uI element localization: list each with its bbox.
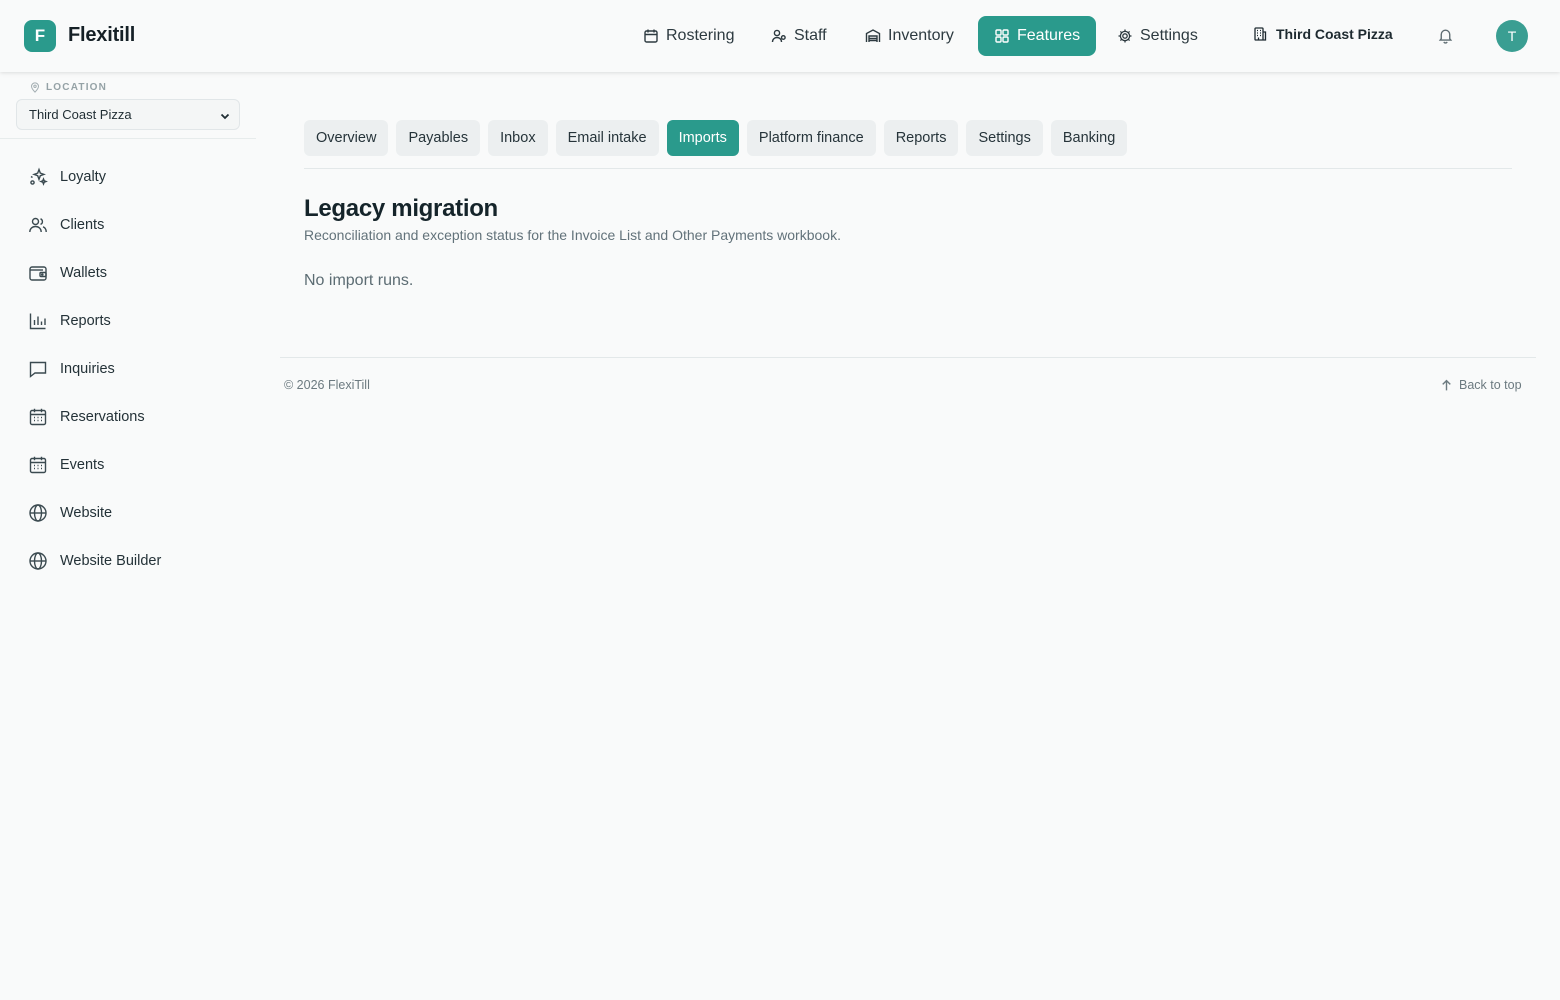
sidebar-item-label: Reports: [60, 313, 111, 329]
tabs-divider: [304, 168, 1512, 169]
warehouse-icon: [865, 28, 881, 44]
sidebar-item-label: Events: [60, 457, 105, 473]
location-select-value: Third Coast Pizza: [29, 107, 132, 122]
sidebar-item-label: Website: [60, 505, 113, 521]
sidebar-divider: [0, 138, 256, 139]
tab-payables[interactable]: Payables: [396, 120, 481, 156]
sidebar-item-label: Website Builder: [60, 553, 162, 569]
staff-icon: [771, 28, 787, 44]
wallet-icon: [28, 263, 48, 283]
sidebar-item-label: Wallets: [60, 265, 107, 281]
sidebar: LOCATION Third Coast Pizza Loyalty Clien…: [0, 72, 256, 1000]
tab-reports[interactable]: Reports: [883, 120, 959, 156]
tab-settings[interactable]: Settings: [966, 120, 1043, 156]
sidebar-item-wallets[interactable]: Wallets: [28, 261, 107, 285]
nav-features[interactable]: Features: [978, 16, 1097, 56]
store-switcher[interactable]: Third Coast Pizza: [1252, 26, 1393, 42]
map-pin-icon: [30, 82, 40, 93]
empty-state-message: No import runs.: [304, 272, 414, 289]
calendar-grid-icon: [28, 455, 48, 475]
sidebar-item-reservations[interactable]: Reservations: [28, 405, 145, 429]
bell-icon[interactable]: [1437, 27, 1454, 44]
brand-name[interactable]: Flexitill: [68, 24, 135, 47]
nav-features-label: Features: [1017, 27, 1081, 44]
location-select[interactable]: Third Coast Pizza: [16, 99, 240, 130]
section-tabs: Overview Payables Inbox Email intake Imp…: [304, 120, 1128, 156]
nav-settings-label: Settings: [1140, 27, 1198, 44]
nav-staff[interactable]: Staff: [771, 16, 827, 56]
sidebar-item-events[interactable]: Events: [28, 453, 104, 477]
sidebar-item-reports[interactable]: Reports: [28, 309, 111, 333]
back-to-top-label: Back to top: [1459, 378, 1522, 392]
page-subtitle: Reconciliation and exception status for …: [304, 227, 841, 243]
tab-overview[interactable]: Overview: [304, 120, 389, 156]
nav-rostering[interactable]: Rostering: [643, 16, 734, 56]
top-navbar: F Flexitill Rostering Staff Inventory Fe…: [0, 0, 1560, 72]
store-name-label: Third Coast Pizza: [1276, 26, 1393, 42]
grid-icon: [994, 28, 1010, 44]
copyright-text: © 2026 FlexiTill: [284, 378, 370, 392]
globe-icon: [28, 551, 48, 571]
back-to-top-link[interactable]: Back to top: [1440, 378, 1522, 392]
sidebar-item-label: Loyalty: [60, 169, 106, 185]
sidebar-item-website[interactable]: Website: [28, 501, 112, 525]
chevron-down-icon: [219, 110, 231, 122]
bar-chart-icon: [28, 311, 48, 331]
calendar-grid-icon: [28, 407, 48, 427]
sparkles-icon: [28, 167, 48, 187]
footer-divider: [280, 357, 1536, 358]
gear-icon: [1117, 28, 1133, 44]
location-label-text: LOCATION: [46, 82, 108, 93]
nav-settings[interactable]: Settings: [1117, 16, 1198, 56]
sidebar-item-loyalty[interactable]: Loyalty: [28, 165, 106, 189]
sidebar-item-label: Reservations: [60, 409, 145, 425]
sidebar-item-label: Inquiries: [60, 361, 115, 377]
location-label: LOCATION: [30, 82, 107, 93]
nav-inventory[interactable]: Inventory: [865, 16, 954, 56]
globe-icon: [28, 503, 48, 523]
sidebar-item-website-builder[interactable]: Website Builder: [28, 549, 161, 573]
tab-platform-finance[interactable]: Platform finance: [746, 120, 876, 156]
tab-banking[interactable]: Banking: [1050, 120, 1128, 156]
page-title: Legacy migration: [304, 195, 498, 222]
sidebar-item-clients[interactable]: Clients: [28, 213, 104, 237]
user-avatar[interactable]: T: [1496, 20, 1528, 52]
users-icon: [28, 215, 48, 235]
app-logo[interactable]: F: [24, 20, 56, 52]
sidebar-item-inquiries[interactable]: Inquiries: [28, 357, 115, 381]
message-icon: [28, 359, 48, 379]
nav-staff-label: Staff: [794, 27, 827, 44]
tab-email-intake[interactable]: Email intake: [555, 120, 659, 156]
calendar-icon: [643, 28, 659, 44]
arrow-up-icon: [1440, 379, 1453, 392]
sidebar-item-label: Clients: [60, 217, 105, 233]
tab-imports[interactable]: Imports: [666, 120, 739, 156]
nav-inventory-label: Inventory: [888, 27, 954, 44]
tab-inbox[interactable]: Inbox: [488, 120, 548, 156]
building-icon: [1252, 26, 1268, 42]
nav-rostering-label: Rostering: [666, 27, 735, 44]
